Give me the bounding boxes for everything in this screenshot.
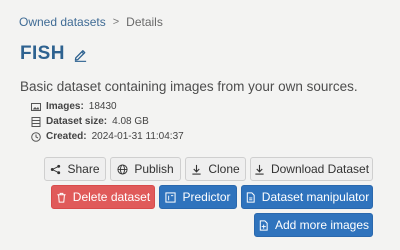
- breadcrumb: Owned datasets > Details: [19, 15, 163, 29]
- breadcrumb-separator: >: [112, 16, 120, 28]
- pencil-icon[interactable]: [73, 47, 88, 62]
- page-title: FISH: [20, 43, 65, 64]
- meta-images: Images: 18430: [31, 99, 184, 114]
- share-icon: [50, 164, 61, 175]
- dataset-meta: Images: 18430 Dataset size: 4.08 GB Crea…: [31, 99, 184, 144]
- trash-icon: [56, 192, 67, 203]
- download-arrow-icon: [254, 164, 265, 175]
- predictor-label: Predictor: [182, 190, 231, 204]
- breadcrumb-details: Details: [126, 15, 163, 29]
- globe-icon: [117, 163, 128, 175]
- images-label: Images:: [46, 101, 84, 112]
- created-value: 2024-01-31 11:04:37: [91, 131, 184, 142]
- manipulator-label: Dataset manipulator: [261, 190, 370, 204]
- dataset-description: Basic dataset containing images from you…: [20, 79, 358, 94]
- file-plus-icon: [258, 219, 269, 231]
- add-more-images-button[interactable]: Add more images: [254, 213, 373, 237]
- publish-label: Publish: [134, 162, 174, 176]
- title-row: FISH: [20, 43, 88, 65]
- clock-icon: [31, 131, 41, 142]
- download-label: Download Dataset: [270, 162, 370, 176]
- clone-label: Clone: [208, 162, 240, 176]
- created-label: Created:: [46, 131, 87, 142]
- dataset-manipulator-button[interactable]: Dataset manipulator: [241, 185, 373, 209]
- predictor-button[interactable]: Predictor: [159, 185, 237, 209]
- add-images-label: Add more images: [274, 218, 370, 232]
- publish-button[interactable]: Publish: [110, 157, 181, 181]
- breadcrumb-owned-datasets[interactable]: Owned datasets: [19, 15, 106, 29]
- clone-button[interactable]: Clone: [185, 157, 246, 181]
- size-value: 4.08 GB: [112, 116, 149, 127]
- share-button[interactable]: Share: [44, 157, 106, 181]
- images-value: 18430: [88, 101, 117, 112]
- meta-created: Created: 2024-01-31 11:04:37: [31, 129, 184, 144]
- meta-size: Dataset size: 4.08 GB: [31, 114, 184, 129]
- file-icon: [245, 191, 256, 203]
- database-icon: [31, 116, 41, 127]
- size-label: Dataset size:: [46, 116, 108, 127]
- image-icon: [31, 102, 41, 112]
- download-dataset-button[interactable]: Download Dataset: [250, 157, 373, 181]
- share-label: Share: [67, 162, 100, 176]
- predictor-icon: [165, 191, 177, 203]
- delete-label: Delete dataset: [72, 190, 151, 204]
- delete-dataset-button[interactable]: Delete dataset: [51, 185, 155, 209]
- download-arrow-icon: [191, 164, 202, 175]
